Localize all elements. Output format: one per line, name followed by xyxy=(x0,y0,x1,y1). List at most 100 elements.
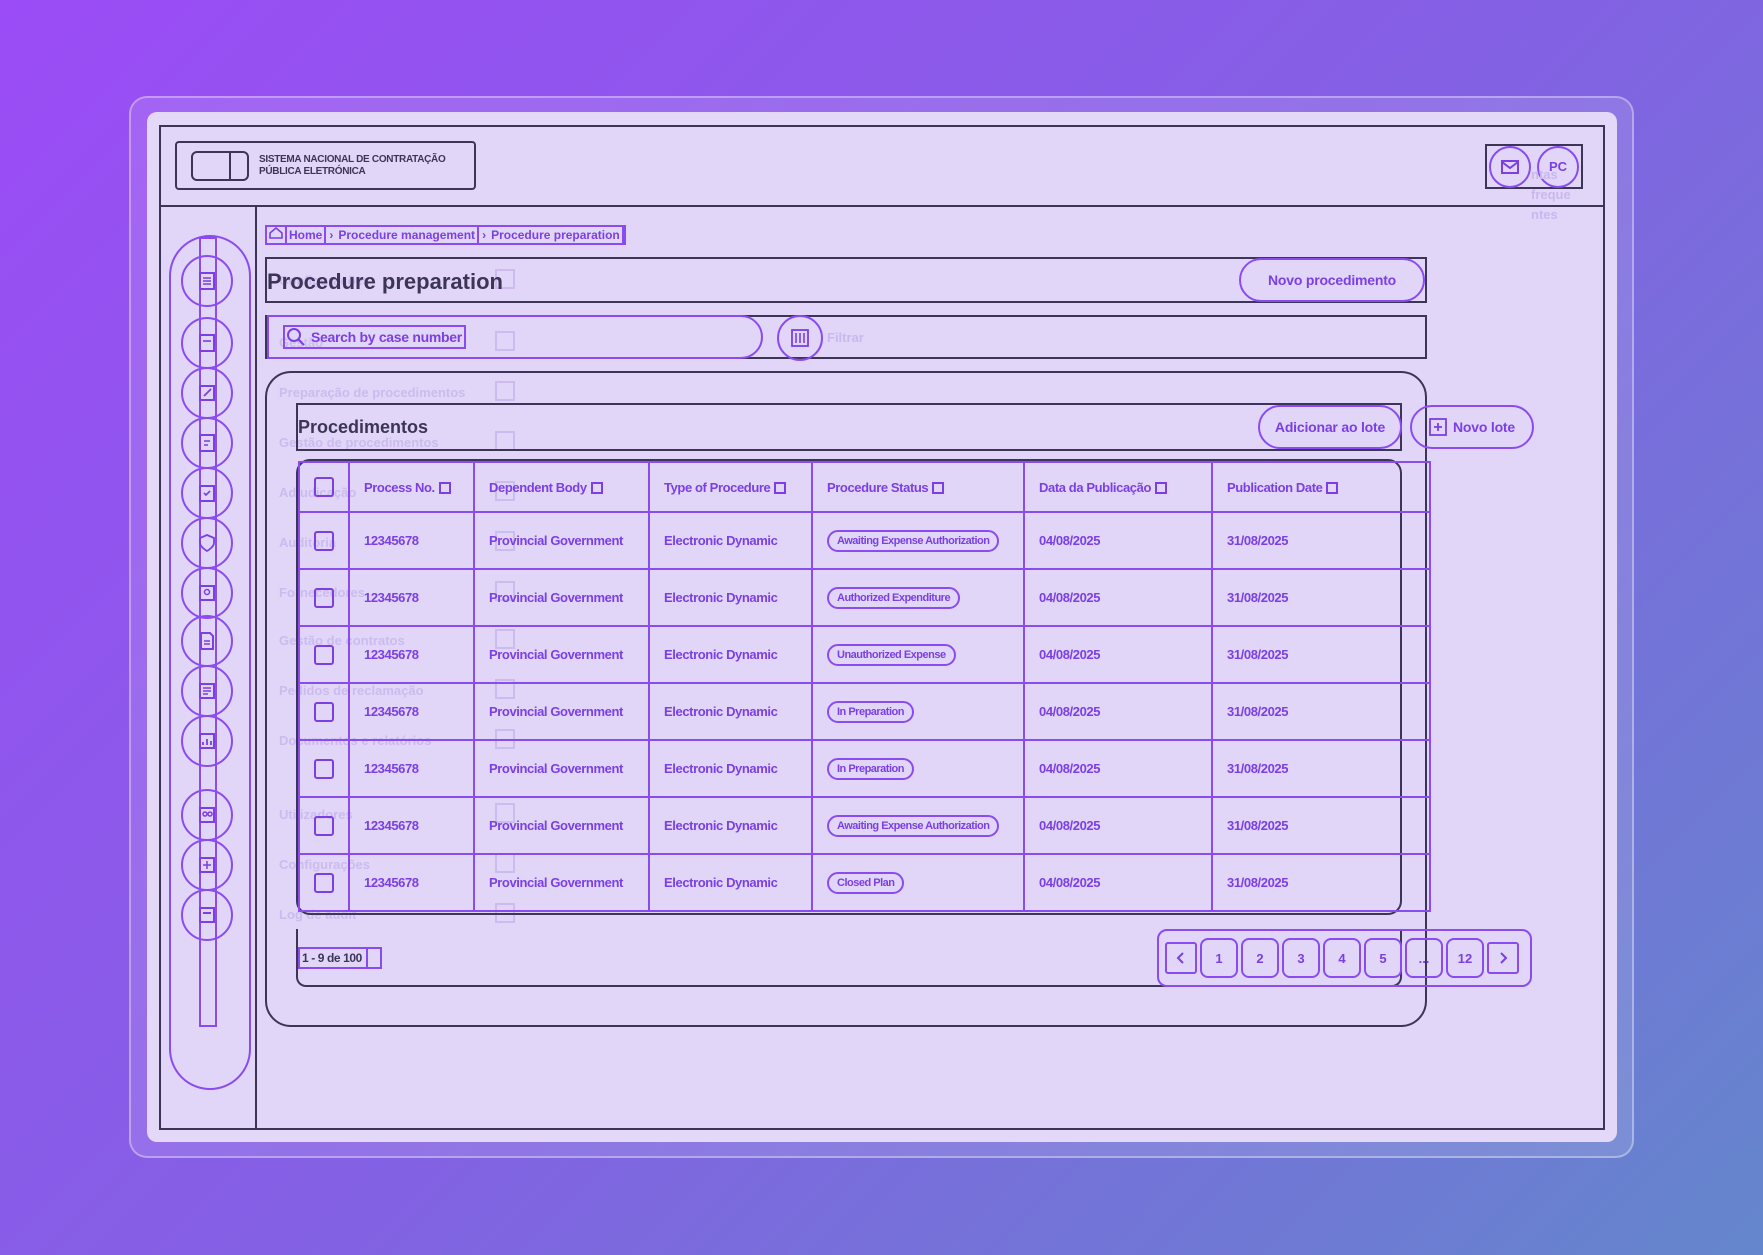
data-publicacao-cell: 04/08/2025 xyxy=(1023,625,1213,684)
type-cell: Electronic Dynamic xyxy=(648,568,813,627)
status-badge: Awaiting Expense Authorization xyxy=(827,529,1000,552)
shield-icon xyxy=(199,534,215,553)
chart-icon xyxy=(199,733,215,749)
logo-line-2: PÚBLICA ELETRÓNICA xyxy=(259,165,366,177)
process-no-cell: 12345678 xyxy=(348,796,475,855)
col-procedure-status[interactable]: Procedure Status xyxy=(811,461,1025,513)
row-checkbox[interactable] xyxy=(314,530,334,551)
logo-line-1: SISTEMA NACIONAL DE CONTRATAÇÃO xyxy=(259,153,446,165)
row-select-cell xyxy=(298,625,350,684)
contract-icon xyxy=(200,632,214,650)
breadcrumb-procedure-management[interactable]: Procedure management xyxy=(336,227,480,243)
type-cell: Electronic Dynamic xyxy=(648,739,813,798)
type-cell: Electronic Dynamic xyxy=(648,682,813,741)
next-page-button[interactable] xyxy=(1487,942,1519,974)
home-icon[interactable] xyxy=(267,226,287,243)
sidebar-item-0[interactable]: Configurações xyxy=(181,255,515,307)
type-cell: Electronic Dynamic xyxy=(648,625,813,684)
logo-mark-icon xyxy=(191,150,249,181)
dependent-body-cell: Provincial Government xyxy=(473,625,650,684)
log-icon xyxy=(199,907,215,923)
table-row[interactable]: 12345678 Provincial Government Electronic … xyxy=(298,568,1431,627)
table-row[interactable]: 12345678 Provincial Government Electronic … xyxy=(298,625,1431,684)
status-badge: Authorized Expenditure xyxy=(827,586,961,609)
sidebar-item-10[interactable]: Utilizadores xyxy=(181,789,515,841)
page-button[interactable]: 3 xyxy=(1282,938,1320,978)
mail-button[interactable] xyxy=(1489,145,1531,188)
add-to-lot-button[interactable]: Adicionar ao lote xyxy=(1258,405,1402,449)
row-checkbox[interactable] xyxy=(314,815,334,836)
card-title: Procedimentos xyxy=(298,417,429,437)
ghost-line-1: ntas xyxy=(1531,167,1558,182)
sidebar: Configurações GestãoPreparação de procedi… xyxy=(161,207,515,1130)
page-button[interactable]: 1 xyxy=(1200,938,1238,978)
new-lot-label: Novo lote xyxy=(1453,419,1515,435)
sort-icon xyxy=(438,482,451,495)
chevron-right-icon: › xyxy=(329,228,334,242)
publication-date-cell: 31/08/2025 xyxy=(1211,568,1431,627)
dependent-body-cell: Provincial Government xyxy=(473,511,650,570)
app-window: SISTEMA NACIONAL DE CONTRATAÇÃO PÚBLICA … xyxy=(159,125,1605,1130)
page-header: Procedure preparation Novo procedimento xyxy=(265,257,1427,303)
row-checkbox[interactable] xyxy=(314,701,334,722)
publication-date-cell: 31/08/2025 xyxy=(1211,739,1431,798)
row-checkbox[interactable] xyxy=(314,758,334,779)
new-lot-button[interactable]: Novo lote xyxy=(1410,405,1534,449)
filter-label: Filtrar xyxy=(827,330,864,345)
page-button[interactable]: ... xyxy=(1405,938,1443,978)
prev-page-button[interactable] xyxy=(1165,942,1197,974)
status-cell: Closed Plan xyxy=(811,853,1025,912)
select-all-checkbox[interactable] xyxy=(314,477,334,497)
sidebar-item-3[interactable]: Gestão de procedimentos xyxy=(181,417,515,469)
sidebar-item-5[interactable]: Auditoria xyxy=(181,517,515,569)
table-row[interactable]: 12345678 Provincial Government Electronic … xyxy=(298,511,1431,570)
sidebar-item-1[interactable]: Gestão xyxy=(181,317,515,369)
search-input[interactable]: Search by case number xyxy=(267,315,763,359)
page-button[interactable]: 2 xyxy=(1241,938,1279,978)
status-badge: In Preparation xyxy=(827,700,914,723)
ghost-line-2: freque xyxy=(1531,187,1571,202)
data-publicacao-cell: 04/08/2025 xyxy=(1023,853,1213,912)
page-button[interactable]: 12 xyxy=(1446,938,1484,978)
status-cell: Awaiting Expense Authorization xyxy=(811,511,1025,570)
process-no-cell: 12345678 xyxy=(348,568,475,627)
col-process-no[interactable]: Process No. xyxy=(348,461,475,513)
type-cell: Electronic Dynamic xyxy=(648,796,813,855)
document-icon xyxy=(199,334,215,352)
col-dependent-body[interactable]: Dependent Body xyxy=(473,461,650,513)
sort-icon xyxy=(1155,482,1168,495)
sidebar-item-8[interactable]: Pedidos de reclamação xyxy=(181,665,515,717)
col-data-publicacao[interactable]: Data da Publicação xyxy=(1023,461,1213,513)
table-row[interactable]: 12345678 Provincial Government Electronic … xyxy=(298,796,1431,855)
clipboard-check-icon xyxy=(199,485,215,502)
row-checkbox[interactable] xyxy=(314,644,334,665)
page-button[interactable]: 5 xyxy=(1364,938,1402,978)
sidebar-item-12[interactable]: Log de audit xyxy=(181,889,515,941)
process-no-cell: 12345678 xyxy=(348,511,475,570)
row-checkbox[interactable] xyxy=(314,872,334,893)
breadcrumb-home[interactable]: Home xyxy=(287,227,327,243)
range-selector[interactable]: 1 - 9 de 100 xyxy=(298,947,382,969)
page-button[interactable]: 4 xyxy=(1323,938,1361,978)
range-text: 1 - 9 de 100 xyxy=(302,951,362,965)
logo[interactable]: SISTEMA NACIONAL DE CONTRATAÇÃO PÚBLICA … xyxy=(175,141,476,190)
table-row[interactable]: 12345678 Provincial Government Electronic … xyxy=(298,853,1431,912)
sidebar-item-11[interactable]: Configurações xyxy=(181,839,515,891)
new-procedure-button[interactable]: Novo procedimento xyxy=(1239,258,1425,302)
card-header: Procedimentos Adicionar ao lote Novo lot… xyxy=(296,403,1534,451)
sidebar-item-6[interactable]: Fornecedores xyxy=(181,567,515,619)
col-type-of-procedure[interactable]: Type of Procedure xyxy=(648,461,813,513)
table-row[interactable]: 12345678 Provincial Government Electronic … xyxy=(298,739,1431,798)
sidebar-item-4[interactable]: Adjudicação xyxy=(181,467,515,519)
sidebar-item-9[interactable]: Documentos e relatórios xyxy=(181,715,515,767)
row-checkbox[interactable] xyxy=(314,587,334,608)
sidebar-item-7[interactable]: Gestão de contratos xyxy=(181,615,515,667)
publication-date-cell: 31/08/2025 xyxy=(1211,625,1431,684)
filter-button[interactable] xyxy=(777,315,823,361)
sidebar-item-2[interactable]: Preparação de procedimentos xyxy=(181,367,515,419)
table-row[interactable]: 12345678 Provincial Government Electronic … xyxy=(298,682,1431,741)
chevron-right-icon: › xyxy=(482,228,487,242)
settings-icon xyxy=(199,857,215,873)
col-publication-date[interactable]: Publication Date xyxy=(1211,461,1431,513)
process-no-cell: 12345678 xyxy=(348,853,475,912)
